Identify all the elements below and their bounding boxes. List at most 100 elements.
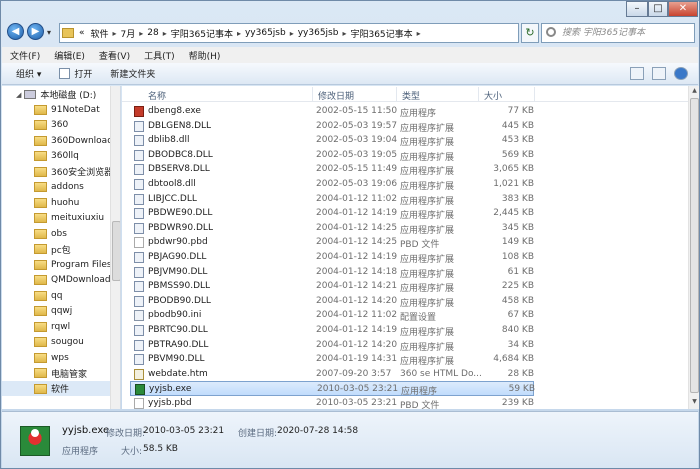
address-bar[interactable]: « 软件 ▸ 7月 ▸ 28 ▸ 宇阳365记事本 ▸ yy365jsb ▸ yy365j…	[59, 23, 519, 43]
file-row[interactable]: PBDWE90.DLL 2004-01-12 14:19 应用程序扩展 2,445 K…	[130, 206, 534, 221]
file-row[interactable]: PBTRA90.DLL 2004-01-12 14:20 应用程序扩展 34 KB	[130, 338, 534, 353]
scrollbar-thumb[interactable]	[690, 98, 699, 393]
file-row[interactable]: PBVM90.DLL 2004-01-19 14:31 应用程序扩展 4,684 KB	[130, 352, 534, 367]
column-divider[interactable]	[396, 87, 397, 101]
back-button[interactable]: ◀	[7, 23, 24, 40]
file-row[interactable]: PBMSS90.DLL 2004-01-12 14:21 应用程序扩展 225 KB	[130, 279, 534, 294]
file-row[interactable]: dbeng8.exe 2002-05-15 11:50 应用程序 77 KB	[130, 104, 534, 119]
menu-help[interactable]: 帮助(H)	[189, 49, 221, 62]
file-size: 108 KB	[501, 252, 534, 262]
nav-folder-label: 电脑管家	[51, 369, 88, 380]
close-button[interactable]: ✕	[668, 1, 698, 17]
file-name: webdate.htm	[148, 368, 208, 379]
column-date[interactable]: 修改日期	[318, 89, 354, 102]
menu-edit[interactable]: 编辑(E)	[54, 49, 85, 62]
file-row[interactable]: yyjsb.exe 2010-03-05 23:21 应用程序 59 KB	[130, 381, 535, 397]
file-row[interactable]: DBSERV8.DLL 2002-05-15 11:49 应用程序扩展 3,065 K…	[130, 162, 534, 177]
file-date: 2004-01-12 14:25	[316, 237, 398, 248]
new-folder-button[interactable]: 新建文件夹	[110, 67, 155, 80]
file-size: 453 KB	[501, 135, 534, 146]
menu-file[interactable]: 文件(F)	[10, 49, 40, 62]
search-input[interactable]: 搜索 宇阳365记事本	[541, 23, 695, 43]
breadcrumb-segment[interactable]: 28	[144, 28, 161, 38]
open-button[interactable]: 打开	[59, 67, 92, 80]
nav-scrollbar[interactable]	[110, 86, 120, 409]
file-row[interactable]: PBDWR90.DLL 2004-01-12 14:25 应用程序扩展 345 KB	[130, 221, 534, 236]
column-type[interactable]: 类型	[402, 89, 420, 102]
minimize-button[interactable]: –	[626, 1, 648, 17]
file-row[interactable]: dbtool8.dll 2002-05-03 19:06 应用程序扩展 1,021 K…	[130, 177, 534, 192]
nav-folder-item[interactable]: 360llq	[2, 149, 111, 164]
change-view-icon[interactable]	[630, 67, 644, 80]
file-row[interactable]: PBJVM90.DLL 2004-01-12 14:18 应用程序扩展 61 KB	[130, 265, 534, 280]
help-icon[interactable]	[674, 67, 688, 80]
column-divider[interactable]	[534, 87, 535, 101]
nav-folder-item[interactable]: 电脑管家	[2, 366, 111, 381]
chevron-right-icon[interactable]: ▸	[416, 29, 422, 38]
nav-folder-item[interactable]: Program Files	[2, 257, 112, 272]
column-name[interactable]: 名称	[148, 89, 166, 102]
nav-folder-item[interactable]: 360	[2, 118, 111, 133]
breadcrumb-segment[interactable]: 宇阳365记事本	[168, 27, 236, 40]
file-row[interactable]: PBRTC90.DLL 2004-01-12 14:19 应用程序扩展 840 KB	[130, 323, 534, 338]
file-size: 149 KB	[501, 237, 534, 248]
file-row[interactable]: yyjsb.pbd 2010-03-05 23:21 PBD 文件 239 KB	[130, 396, 534, 409]
details-size: 58.5 KB	[143, 444, 178, 454]
file-row[interactable]: DBODBC8.DLL 2002-05-03 19:05 应用程序扩展 569 KB	[130, 148, 534, 163]
scroll-down-icon[interactable]: ▼	[690, 398, 699, 408]
refresh-button[interactable]: ↻	[521, 23, 539, 43]
scroll-up-icon[interactable]: ▲	[690, 87, 699, 97]
nav-folder-item[interactable]: qqwj	[2, 304, 111, 319]
preview-pane-icon[interactable]	[652, 67, 666, 80]
file-row[interactable]: LIBJCC.DLL 2004-01-12 11:02 应用程序扩展 383 KB	[130, 192, 534, 207]
breadcrumb-segment[interactable]: 软件	[88, 27, 112, 40]
nav-folder-item[interactable]: huohu	[2, 195, 111, 210]
file-row[interactable]: pbodb90.ini 2004-01-12 11:02 配置设置 67 KB	[130, 308, 534, 323]
file-type: 应用程序扩展	[400, 225, 455, 236]
forward-button[interactable]: ▶	[27, 23, 44, 40]
nav-folder-label: pc包	[51, 245, 71, 256]
organize-button[interactable]: 组织 ▾	[16, 67, 41, 80]
nav-folder-item[interactable]: qq	[2, 288, 111, 303]
nav-folder-item[interactable]: 360安全浏览器	[2, 164, 113, 179]
menu-tools[interactable]: 工具(T)	[144, 49, 175, 62]
file-type: 应用程序扩展	[400, 211, 455, 222]
nav-folder-item[interactable]: addons	[2, 180, 111, 195]
nav-drive-d[interactable]: ◢ 本地磁盘 (D:)	[16, 87, 120, 102]
address-overflow[interactable]: «	[76, 28, 88, 38]
file-row[interactable]: PBODB90.DLL 2004-01-12 14:20 应用程序扩展 458 KB	[130, 294, 534, 309]
expand-arrow-icon[interactable]: ◢	[16, 91, 21, 99]
column-size[interactable]: 大小	[484, 89, 502, 102]
file-row[interactable]: pbdwr90.pbd 2004-01-12 14:25 PBD 文件 149 KB	[130, 235, 534, 250]
file-date: 2002-05-15 11:50	[316, 106, 398, 116]
nav-folder-item[interactable]: wps	[2, 350, 111, 365]
nav-scrollbar-thumb[interactable]	[112, 221, 120, 281]
recent-pages-dropdown[interactable]: ▾	[47, 28, 51, 37]
nav-folder-item[interactable]: QMDownload	[2, 273, 111, 288]
menu-view[interactable]: 查看(V)	[99, 49, 130, 62]
breadcrumb-segment[interactable]: 7月	[118, 27, 139, 40]
breadcrumb-segment[interactable]: 宇阳365记事本	[347, 27, 415, 40]
file-type: 360 se HTML Do...	[400, 368, 482, 379]
column-divider[interactable]	[478, 87, 479, 101]
details-created-label: 创建日期:	[238, 429, 278, 439]
maximize-button[interactable]: □	[648, 1, 668, 17]
column-divider[interactable]	[312, 87, 313, 101]
file-row[interactable]: PBJAG90.DLL 2004-01-12 14:19 应用程序扩展 108 KB	[130, 250, 534, 265]
nav-folder-item[interactable]: rqwl	[2, 319, 111, 334]
file-date: 2004-01-12 14:21	[316, 281, 398, 292]
nav-folder-item[interactable]: pc包	[2, 242, 111, 257]
nav-folder-item[interactable]: sougou	[2, 335, 111, 350]
nav-folder-item[interactable]: 360Downloads	[2, 133, 118, 148]
nav-folder-item[interactable]: 91NoteDat	[2, 102, 111, 117]
nav-folder-item[interactable]: meituxiuxiu	[2, 211, 111, 226]
file-list-scrollbar[interactable]: ▲ ▼	[688, 86, 699, 409]
breadcrumb-segment[interactable]: yy365jsb	[242, 28, 289, 38]
breadcrumb-segment[interactable]: yy365jsb	[295, 28, 342, 38]
file-row[interactable]: dblib8.dll 2002-05-03 19:04 应用程序扩展 453 KB	[130, 133, 534, 148]
file-row[interactable]: DBLGEN8.DLL 2002-05-03 19:57 应用程序扩展 445 KB	[130, 119, 534, 134]
file-row[interactable]: webdate.htm 2007-09-20 3:57 360 se HTML Do…	[130, 367, 534, 382]
nav-folder-item[interactable]: 软件	[2, 381, 111, 396]
folder-icon	[34, 120, 47, 130]
nav-folder-item[interactable]: obs	[2, 226, 111, 241]
